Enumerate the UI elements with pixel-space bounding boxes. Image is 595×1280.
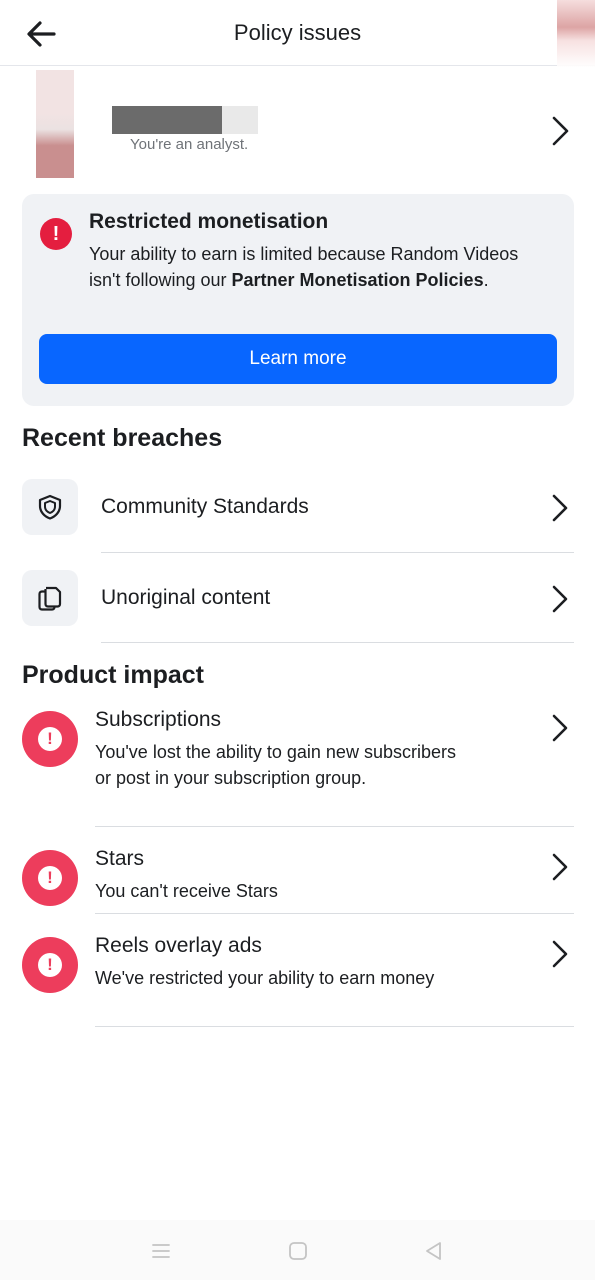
impact-description: You've lost the ability to gain new subs… [95, 742, 456, 788]
avatar [36, 70, 74, 178]
breach-item-unoriginal-content[interactable]: Unoriginal content [0, 570, 595, 660]
exclamation-circle-icon: ! [22, 937, 78, 993]
impact-title: Subscriptions [95, 708, 222, 731]
alert-title: Restricted monetisation [89, 210, 329, 233]
profile-row[interactable]: You're an analyst. [0, 70, 595, 182]
policy-link-text[interactable]: Partner Monetisation Policies [232, 270, 484, 290]
chevron-right-icon [549, 492, 571, 524]
divider [95, 826, 574, 827]
system-navigation-bar [0, 1220, 595, 1280]
home-square-icon[interactable] [285, 1238, 311, 1264]
impact-item-subscriptions[interactable]: ! Subscriptions You've lost the ability … [0, 706, 595, 826]
exclamation-circle-icon: ! [22, 711, 78, 767]
impact-item-stars[interactable]: ! Stars You can't receive Stars [0, 845, 595, 913]
divider [95, 1026, 574, 1027]
profile-name-redacted-extra [222, 106, 258, 134]
chevron-right-icon [549, 712, 571, 744]
restricted-monetisation-card: ! Restricted monetisation Your ability t… [22, 194, 574, 406]
learn-more-button[interactable]: Learn more [39, 334, 557, 384]
alert-body-end: . [483, 270, 489, 290]
impact-description: We've restricted your ability to earn mo… [95, 968, 435, 988]
chevron-right-icon [547, 114, 573, 148]
profile-role: You're an analyst. [130, 136, 249, 153]
chevron-right-icon [549, 851, 571, 883]
breach-label: Community Standards [101, 495, 309, 518]
exclamation-circle-icon: ! [40, 218, 72, 250]
impact-title: Stars [95, 847, 145, 870]
blurred-corner-decoration [557, 0, 595, 68]
alert-body: Your ability to earn is limited because … [89, 241, 529, 293]
breach-label: Unoriginal content [101, 586, 271, 609]
impact-title: Reels overlay ads [95, 934, 262, 957]
page-title: Policy issues [233, 20, 362, 45]
impact-item-reels-overlay-ads[interactable]: ! Reels overlay ads We've restricted you… [0, 932, 595, 1026]
app-header: Policy issues [0, 0, 595, 68]
exclamation-circle-icon: ! [22, 850, 78, 906]
chevron-right-icon [549, 938, 571, 970]
copy-pages-icon [22, 570, 78, 626]
breach-item-community-standards[interactable]: Community Standards [0, 479, 595, 569]
chevron-right-icon [549, 583, 571, 615]
profile-name-redacted [112, 106, 224, 134]
shield-icon [22, 479, 78, 535]
menu-icon[interactable] [148, 1238, 174, 1264]
impact-description: You can't receive Stars [95, 881, 278, 901]
recent-breaches-heading: Recent breaches [22, 424, 223, 452]
back-triangle-icon[interactable] [421, 1238, 447, 1264]
divider [95, 913, 574, 914]
product-impact-heading: Product impact [22, 661, 204, 689]
divider [101, 642, 574, 643]
divider [101, 552, 574, 553]
